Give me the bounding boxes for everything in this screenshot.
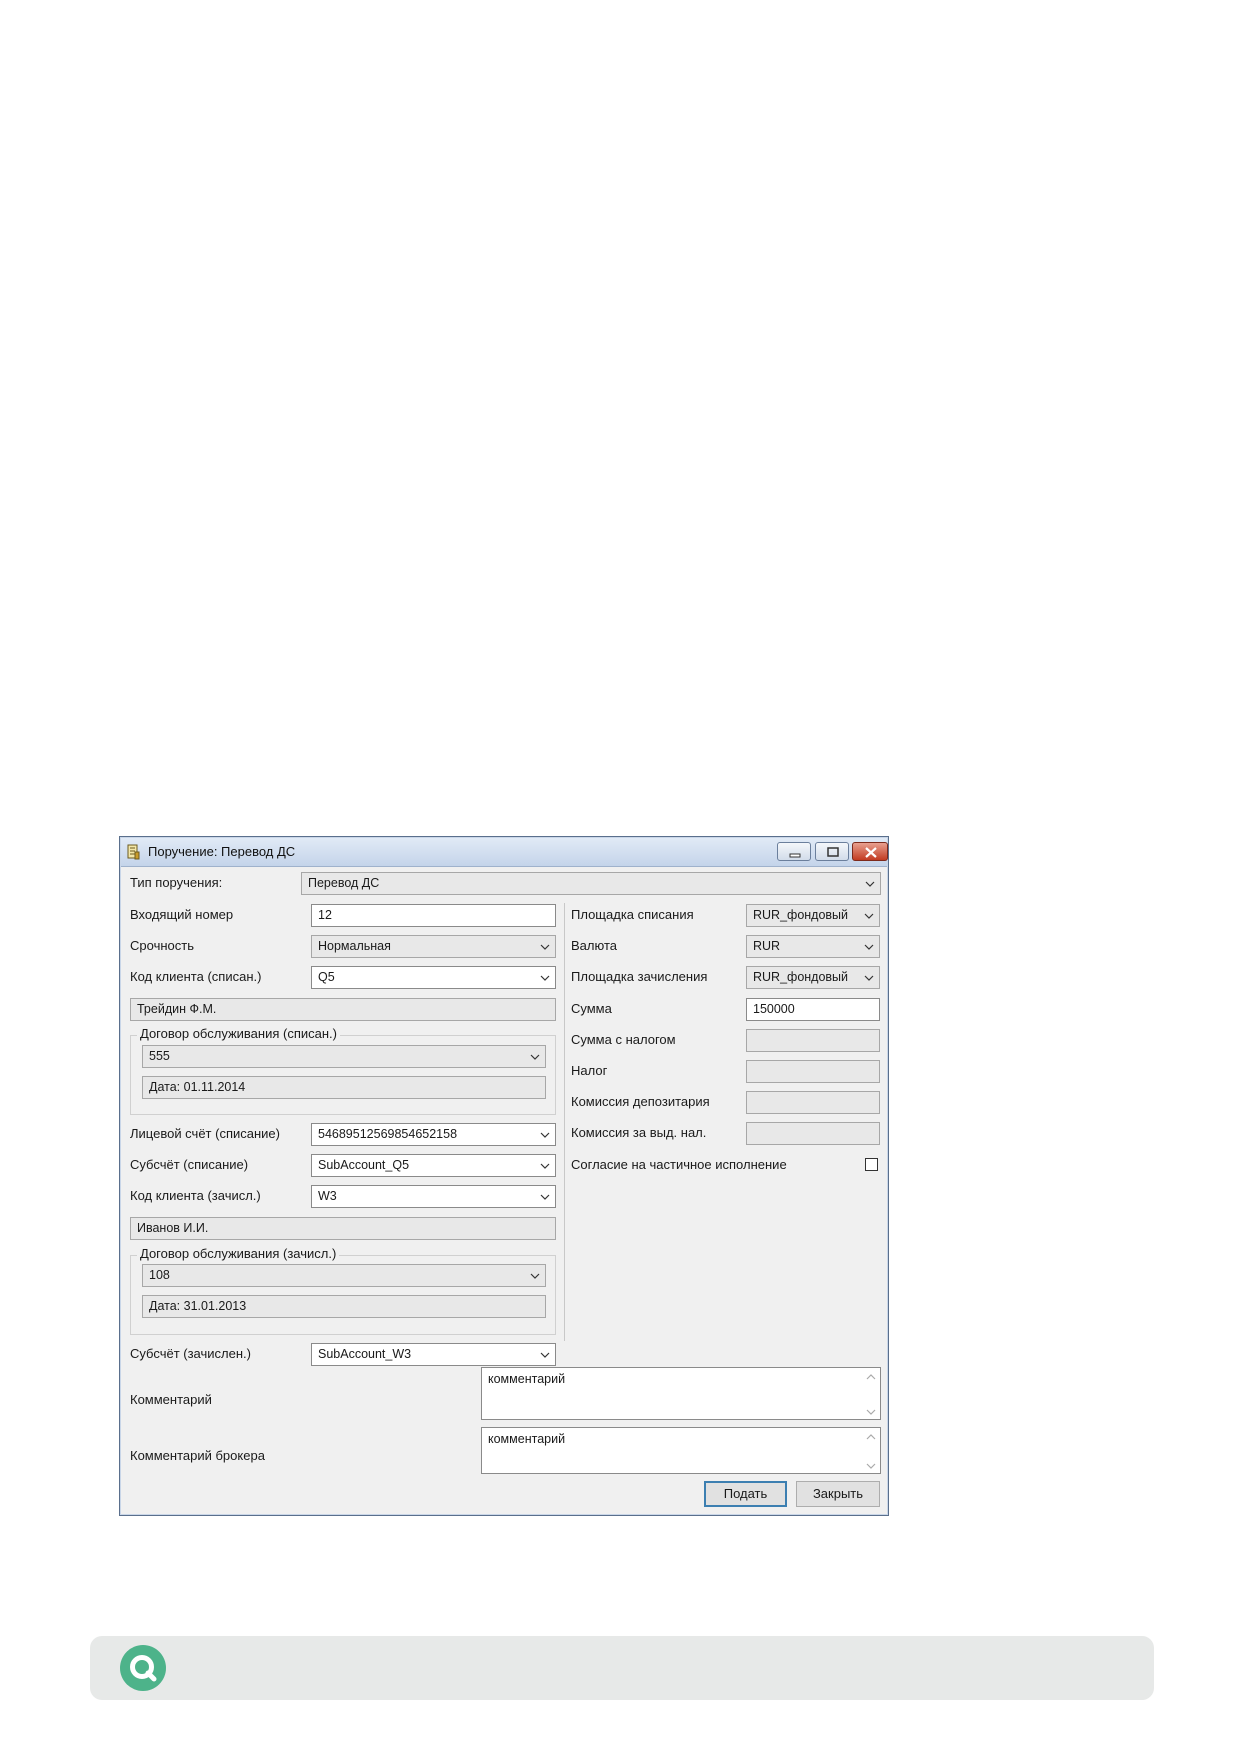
comment-textarea[interactable]: комментарий [481,1367,881,1420]
chevron-down-icon [540,975,550,981]
partial-execution-label: Согласие на частичное исполнение [571,1157,787,1172]
scrollbar[interactable] [863,1429,879,1474]
debit-platform-select[interactable]: RUR_фондовый [746,904,880,927]
amount-label: Сумма [571,1001,612,1016]
currency-label: Валюта [571,938,617,953]
footer-bar [90,1636,1154,1700]
chevron-down-icon [864,913,874,919]
broker-comment-text: комментарий [488,1432,566,1446]
tax-field [746,1060,880,1083]
urgency-label: Срочность [130,938,194,953]
contract-debit-select[interactable]: 555 [142,1045,546,1068]
contract-credit-select[interactable]: 108 [142,1264,546,1287]
minimize-button[interactable] [777,842,811,861]
minimize-icon [789,853,801,858]
broker-comment-label: Комментарий брокера [130,1448,265,1463]
credit-platform-value: RUR_фондовый [753,970,849,984]
chevron-down-icon [865,881,875,887]
credit-platform-select[interactable]: RUR_фондовый [746,966,880,989]
column-divider-lower [564,1191,565,1341]
amount-input[interactable]: 150000 [746,998,880,1021]
urgency-value: Нормальная [318,939,391,953]
column-divider [564,903,565,1191]
chevron-down-icon [540,1163,550,1169]
contract-debit-value: 555 [149,1049,170,1063]
client-code-credit-label: Код клиента (зачисл.) [130,1188,261,1203]
incoming-number-label: Входящий номер [130,907,234,922]
depository-fee-field [746,1091,880,1114]
currency-select[interactable]: RUR [746,935,880,958]
subaccount-debit-value: SubAccount_Q5 [318,1158,410,1172]
client-code-debit-value: Q5 [318,970,335,984]
close-button[interactable]: Закрыть [796,1481,880,1507]
order-type-value: Перевод ДС [308,876,380,890]
subaccount-debit-select[interactable]: SubAccount_Q5 [311,1154,556,1177]
order-window: Поручение: Перевод ДС Тип поручения: Пер… [119,836,889,1516]
scrollbar[interactable] [863,1369,879,1420]
comment-text: комментарий [488,1372,566,1386]
client-code-credit-select[interactable]: W3 [311,1185,556,1208]
urgency-select[interactable]: Нормальная [311,935,556,958]
subaccount-credit-label: Субсчёт (зачислен.) [130,1346,251,1361]
contract-credit-value: 108 [149,1268,170,1282]
tax-fee-label: Комиссия за выд. нал. [571,1125,707,1140]
client-code-debit-select[interactable]: Q5 [311,966,556,989]
chevron-down-icon [540,1352,550,1358]
contract-credit-date: Дата: 31.01.2013 [142,1295,546,1318]
contract-debit-date: Дата: 01.11.2014 [142,1076,546,1099]
client-code-debit-label: Код клиента (списан.) [130,969,262,984]
quik-logo-icon [120,1645,166,1691]
subaccount-credit-value: SubAccount_W3 [318,1347,412,1361]
contract-debit-title: Договор обслуживания (списан.) [137,1026,340,1041]
account-debit-value: 54689512569854652158 [318,1127,458,1141]
window-title: Поручение: Перевод ДС [148,844,296,859]
subaccount-credit-select[interactable]: SubAccount_W3 [311,1343,556,1366]
chevron-down-icon [864,944,874,950]
comment-label: Комментарий [130,1392,212,1407]
order-type-label: Тип поручения: [130,875,223,890]
chevron-down-icon [540,1194,550,1200]
client-name-debit-field: Трейдин Ф.М. [130,998,556,1021]
broker-comment-textarea[interactable]: комментарий [481,1427,881,1474]
client-name-credit-field: Иванов И.И. [130,1217,556,1240]
debit-platform-value: RUR_фондовый [753,908,849,922]
chevron-down-icon [864,975,874,981]
debit-platform-label: Площадка списания [571,907,694,922]
chevron-down-icon [530,1273,540,1279]
credit-platform-label: Площадка зачисления [571,969,708,984]
subaccount-debit-label: Субсчёт (списание) [130,1157,249,1172]
account-debit-select[interactable]: 54689512569854652158 [311,1123,556,1146]
close-icon [865,847,877,858]
maximize-icon [827,847,839,857]
app-icon [127,844,140,860]
currency-value: RUR [753,939,781,953]
depository-fee-label: Комиссия депозитария [571,1094,710,1109]
account-debit-label: Лицевой счёт (списание) [130,1126,280,1141]
submit-button[interactable]: Подать [704,1481,787,1507]
title-bar[interactable]: Поручение: Перевод ДС [121,838,888,867]
amount-with-tax-field [746,1029,880,1052]
tax-fee-field [746,1122,880,1145]
close-window-button[interactable] [852,842,888,861]
chevron-down-icon [530,1054,540,1060]
maximize-button[interactable] [815,842,849,861]
partial-execution-checkbox[interactable] [865,1158,878,1171]
amount-with-tax-label: Сумма с налогом [571,1032,676,1047]
chevron-down-icon [540,944,550,950]
incoming-number-input[interactable]: 12 [311,904,556,927]
tax-label: Налог [571,1063,608,1078]
chevron-down-icon [540,1132,550,1138]
order-type-select[interactable]: Перевод ДС [301,872,881,895]
client-code-credit-value: W3 [318,1189,337,1203]
contract-credit-title: Договор обслуживания (зачисл.) [137,1246,340,1261]
